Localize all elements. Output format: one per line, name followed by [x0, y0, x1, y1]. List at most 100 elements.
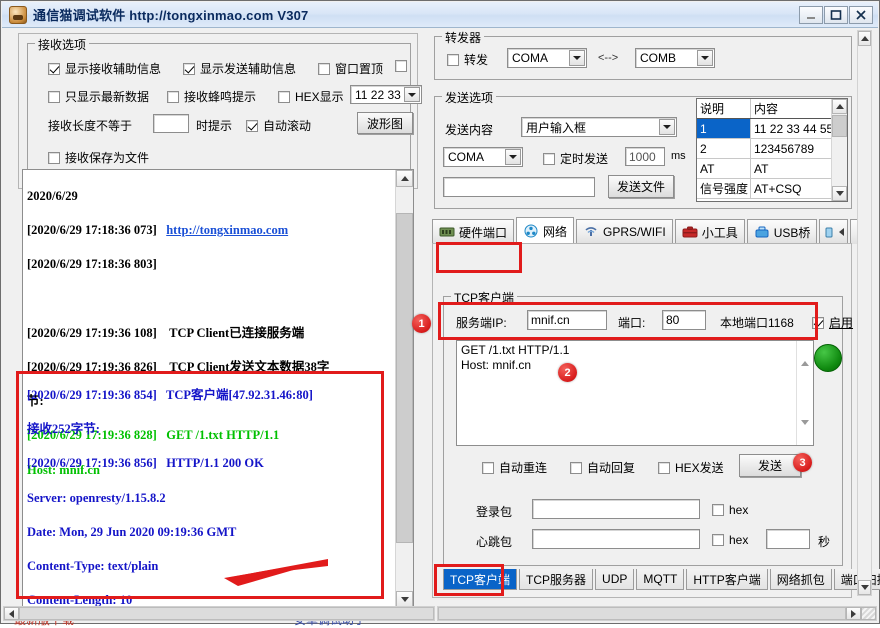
hex-format-combo[interactable]: 11 22 33: [350, 85, 422, 104]
checkbox-window-on-top[interactable]: 窗口置顶: [318, 60, 383, 77]
receive-log-area[interactable]: 2020/6/29 [2020/6/29 17:18:36 073] http:…: [22, 169, 414, 609]
port-input[interactable]: 80: [662, 310, 706, 330]
recv-length-input[interactable]: [153, 114, 189, 133]
checkbox-timed-send[interactable]: 定时发送: [543, 150, 608, 167]
receive-options-legend: 接收选项: [35, 36, 90, 53]
subtab-label: TCP客户端: [450, 572, 511, 587]
send-file-path-input[interactable]: [443, 177, 595, 197]
checkbox-heartbeat-hex[interactable]: hex: [712, 533, 748, 547]
subtab-mqtt[interactable]: MQTT: [636, 569, 685, 590]
app-window: 通信猫调试软件 http://tongxinmao.com V307 接收选项 …: [0, 0, 880, 627]
scroll-up-button[interactable]: [858, 31, 871, 46]
table-row[interactable]: 1 11 22 33 44 55: [697, 119, 847, 139]
close-button[interactable]: [849, 6, 873, 24]
network-sub-tab-strip[interactable]: TCP客户端 TCP服务器 UDP MQTT HTTP客户端 网络抓包 端口扫描: [443, 569, 880, 590]
checkbox-auto-reply[interactable]: 自动回复: [570, 459, 635, 476]
chevron-down-icon[interactable]: [659, 119, 675, 135]
macro-table-scrollbar[interactable]: [831, 99, 847, 201]
scroll-up-button[interactable]: [396, 170, 413, 187]
server-ip-input[interactable]: mnif.cn: [527, 310, 607, 330]
log-link[interactable]: http://tongxinmao.com: [166, 223, 288, 237]
chevron-down-icon: [400, 597, 409, 602]
checkbox-only-latest-data[interactable]: 只显示最新数据: [48, 88, 149, 105]
scroll-thumb[interactable]: [396, 213, 413, 543]
subtab-tcp-client[interactable]: TCP客户端: [443, 569, 518, 590]
checkbox-hex-send[interactable]: HEX发送: [658, 459, 724, 476]
heartbeat-packet-input[interactable]: [532, 529, 700, 549]
checkbox-forward[interactable]: 转发: [447, 51, 488, 68]
tab-tools[interactable]: 小工具: [674, 219, 745, 244]
subtab-http-client[interactable]: HTTP客户端: [686, 569, 768, 590]
scroll-left-button[interactable]: [4, 607, 19, 620]
scroll-down-button[interactable]: [832, 186, 847, 201]
window-title: 通信猫调试软件 http://tongxinmao.com V307: [33, 8, 309, 23]
cell-name: AT: [697, 159, 751, 178]
table-row[interactable]: 2 123456789: [697, 139, 847, 159]
scroll-thumb[interactable]: [832, 115, 847, 137]
chevron-down-icon[interactable]: [505, 149, 521, 165]
main-tab-strip[interactable]: 硬件端口 网络 GPRS/WIFI 小工具 USB桥: [432, 217, 873, 244]
maximize-button[interactable]: [824, 6, 848, 24]
subtab-udp[interactable]: UDP: [595, 569, 635, 590]
tab-usb-bridge[interactable]: USB桥: [746, 219, 818, 244]
forward-port-b-combo[interactable]: COMB: [635, 48, 715, 68]
checkbox-enable[interactable]: 启用: [812, 314, 853, 331]
scroll-down-button[interactable]: [801, 420, 809, 439]
checkbox-save-to-file[interactable]: 接收保存为文件: [48, 149, 149, 166]
login-packet-input[interactable]: [532, 499, 700, 519]
heartbeat-packet-label: 心跳包: [476, 535, 513, 549]
chevron-down-icon[interactable]: [404, 87, 420, 102]
scroll-right-button[interactable]: [846, 607, 861, 620]
checkbox-extra[interactable]: [395, 60, 412, 72]
send-content-combo[interactable]: 用户输入框: [521, 117, 677, 137]
minimize-button[interactable]: [799, 6, 823, 24]
checkbox-show-recv-aux[interactable]: 显示接收辅助信息: [48, 60, 161, 77]
forward-separator-label: <-->: [598, 52, 619, 64]
send-file-button[interactable]: 发送文件: [608, 175, 674, 198]
chevron-down-icon[interactable]: [569, 50, 585, 66]
horizontal-scrollbar-right[interactable]: [437, 606, 877, 621]
hex-format-value: 11 22 33: [355, 87, 401, 102]
table-row[interactable]: AT AT: [697, 159, 847, 179]
horizontal-scrollbar-left[interactable]: [3, 606, 435, 621]
heartbeat-interval-input[interactable]: [766, 529, 810, 549]
cell-name: 信号强度: [697, 179, 751, 198]
checkbox-show-send-aux[interactable]: 显示发送辅助信息: [183, 60, 296, 77]
waveform-button[interactable]: 波形图: [357, 112, 413, 134]
send-button[interactable]: 发送: [739, 454, 801, 477]
tab-scroll-left-button[interactable]: [839, 225, 845, 239]
tcp-client-panel: TCP客户端 服务端IP: mnif.cn 端口: 80 本地端口1168 启用…: [432, 243, 880, 598]
right-pane-scrollbar[interactable]: [857, 30, 872, 596]
scroll-up-button[interactable]: [832, 99, 847, 114]
log-vertical-scrollbar[interactable]: [395, 170, 413, 608]
scroll-down-button[interactable]: [858, 580, 871, 595]
send-port-combo[interactable]: COMA: [443, 147, 523, 167]
checkbox-auto-reconnect[interactable]: 自动重连: [482, 459, 547, 476]
tab-gprs-wifi[interactable]: GPRS/WIFI: [576, 219, 673, 244]
subtab-tcp-server[interactable]: TCP服务器: [519, 569, 594, 590]
tab-scroll-controls[interactable]: [819, 219, 849, 244]
payload-scrollbar[interactable]: [796, 341, 813, 445]
checkbox-login-hex[interactable]: hex: [712, 503, 748, 517]
timed-send-interval-input[interactable]: 1000: [625, 147, 665, 166]
scroll-thumb[interactable]: [19, 607, 434, 620]
subtab-label: HTTP客户端: [693, 572, 761, 587]
checkbox-recv-beep[interactable]: 接收蜂鸣提示: [167, 88, 256, 105]
table-row[interactable]: 信号强度 AT+CSQ: [697, 179, 847, 199]
usb-bridge-icon: [754, 225, 770, 239]
send-payload-textarea[interactable]: GET /1.txt HTTP/1.1 Host: mnif.cn: [456, 340, 814, 446]
resize-grip[interactable]: [861, 607, 876, 620]
scroll-thumb[interactable]: [438, 607, 846, 620]
checkbox-hex-display[interactable]: HEX显示: [278, 88, 344, 105]
tab-hardware-port[interactable]: 硬件端口: [432, 219, 515, 244]
chevron-up-icon: [801, 347, 809, 366]
forward-port-a-combo[interactable]: COMA: [507, 48, 587, 68]
macro-table[interactable]: 说明 内容 1 11 22 33 44 55 2 123456789 AT AT…: [696, 98, 848, 202]
tab-network[interactable]: 网络: [516, 217, 575, 244]
chevron-down-icon[interactable]: [697, 50, 713, 66]
chevron-down-icon: [860, 585, 869, 590]
subtab-packet-capture[interactable]: 网络抓包: [769, 569, 832, 590]
forward-port-a-value: COMA: [512, 51, 548, 65]
checkbox-auto-scroll[interactable]: 自动滚动: [246, 117, 311, 134]
scroll-up-button[interactable]: [801, 347, 809, 366]
